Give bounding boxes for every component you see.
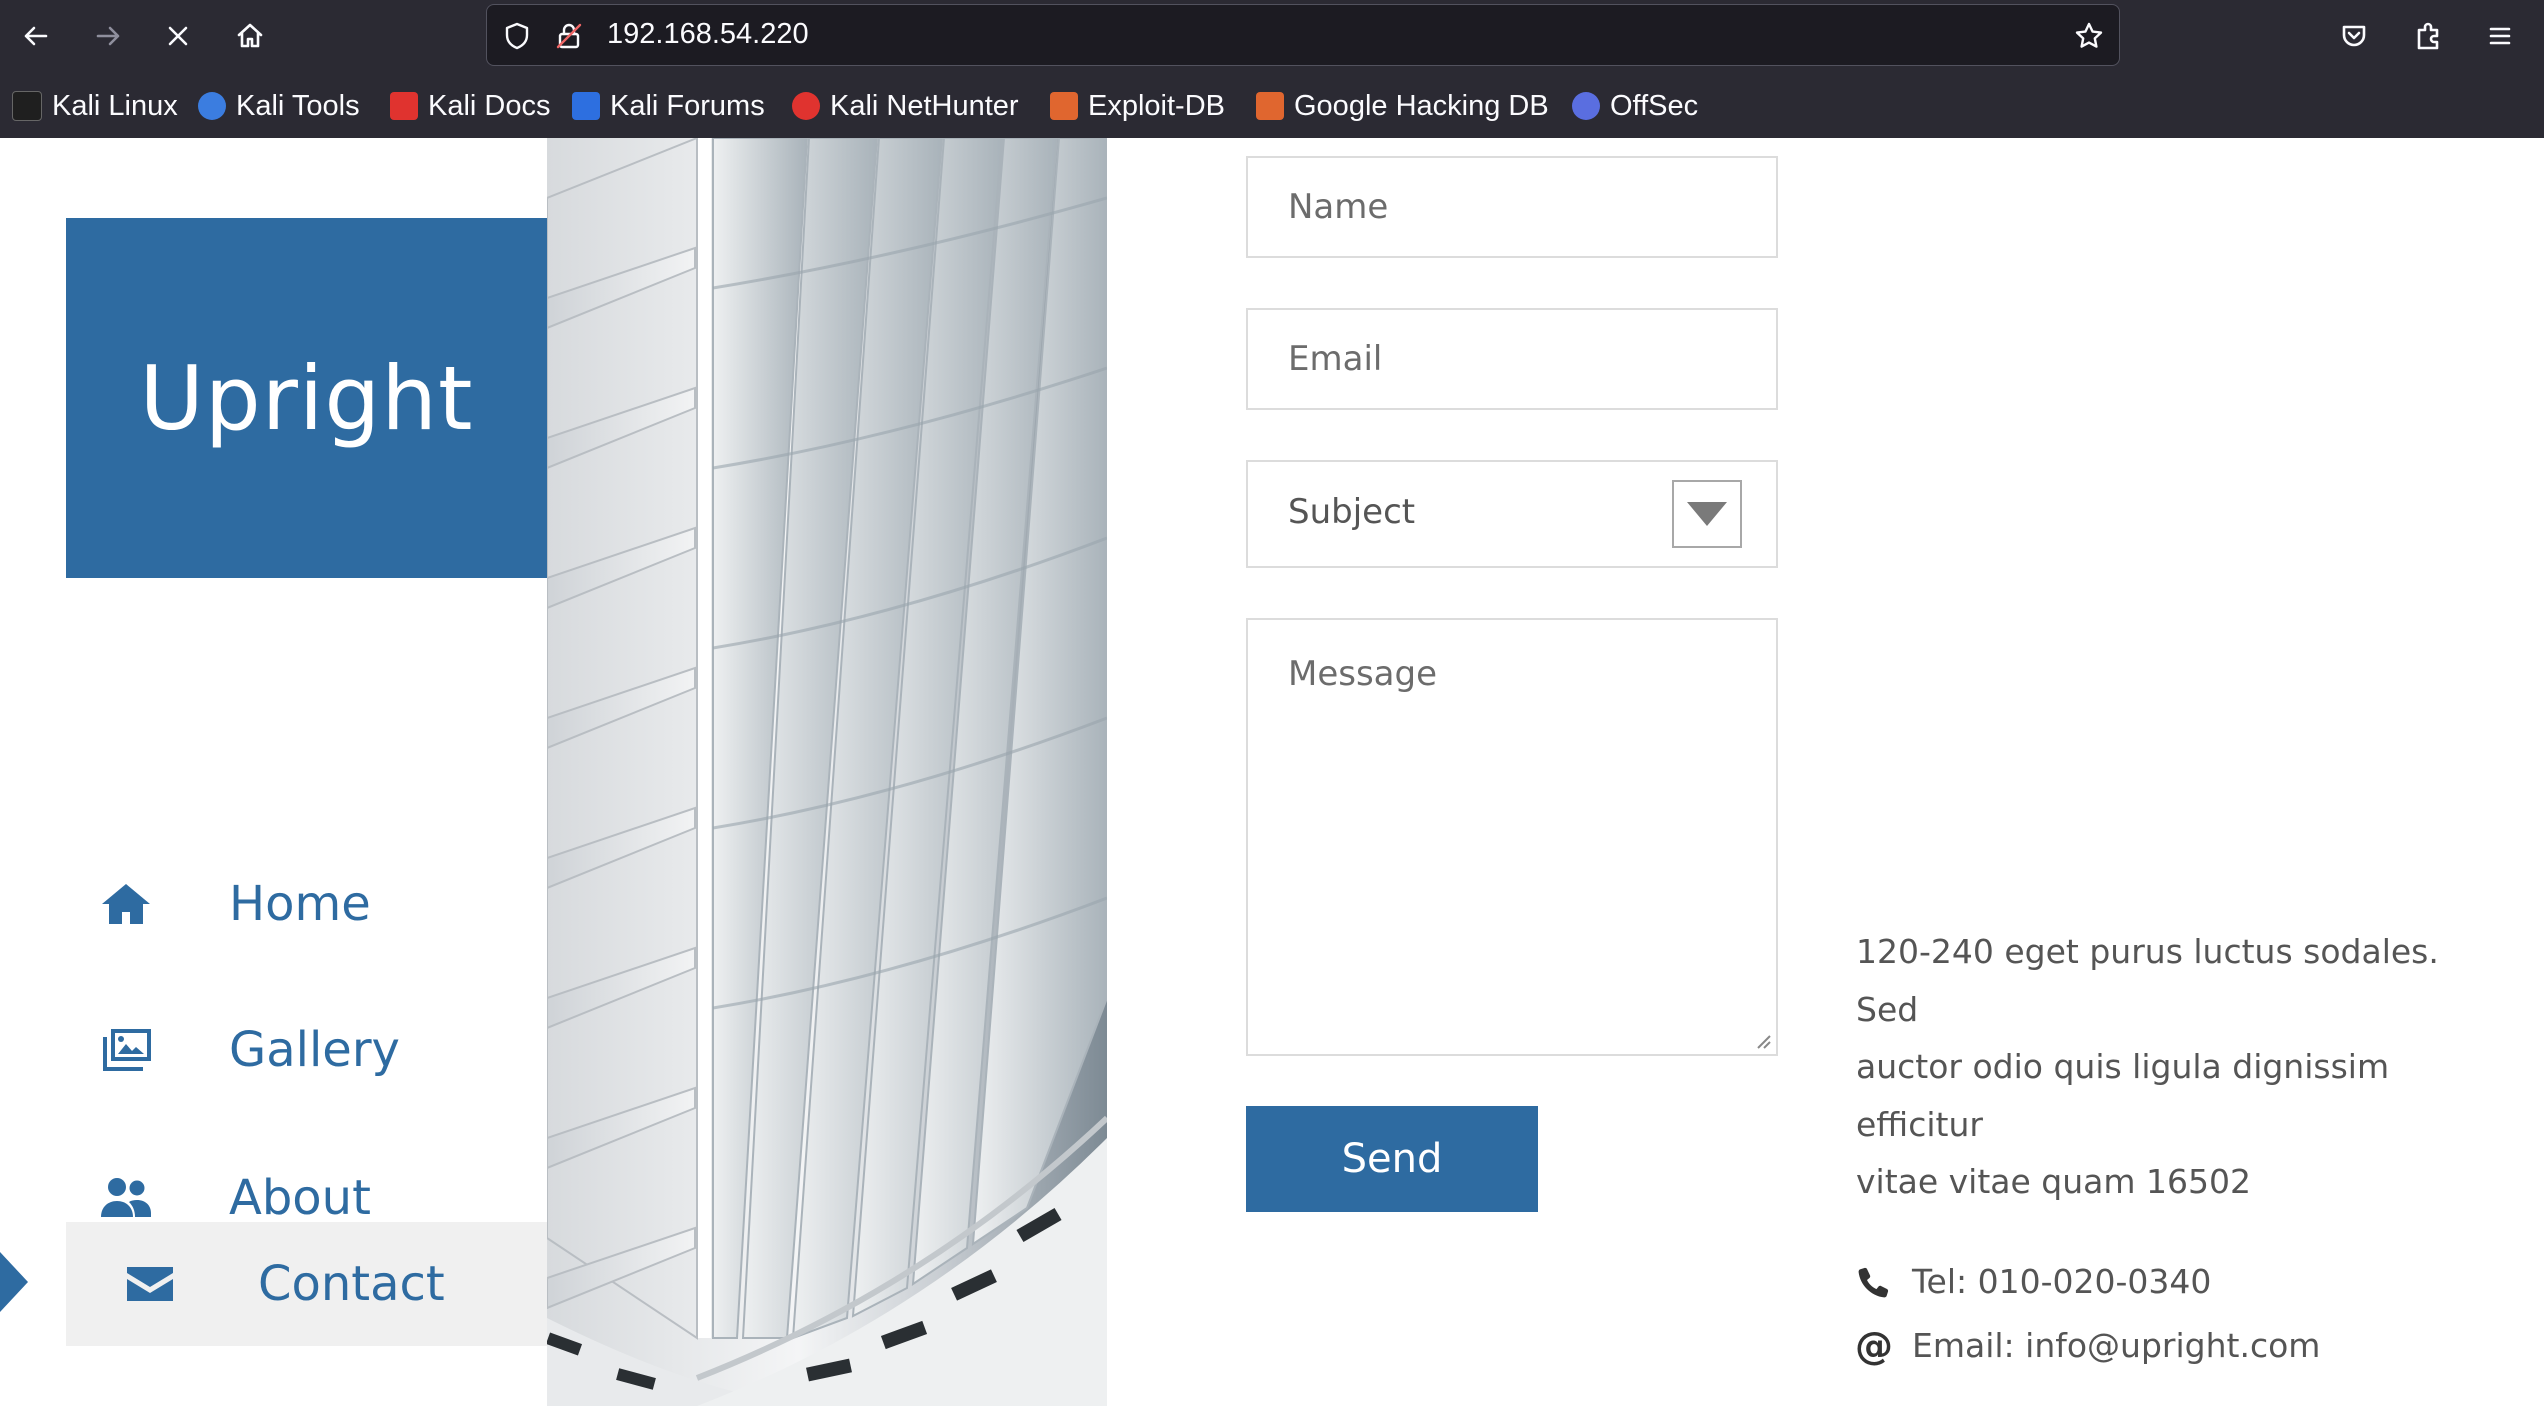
- brand-logo-text[interactable]: Upright: [139, 347, 473, 450]
- nav-item-home[interactable]: Home: [66, 842, 547, 966]
- bookmark-kali-nethunter[interactable]: Kali NetHunter: [792, 86, 1019, 126]
- arrow-left-icon: [24, 26, 48, 46]
- bookmark-google-hacking-db[interactable]: Google Hacking DB: [1256, 86, 1549, 126]
- bookmark-kali-docs[interactable]: Kali Docs: [390, 86, 551, 126]
- arrow-right-icon: [96, 26, 120, 46]
- triangle-down-icon: [1687, 502, 1727, 526]
- bookmark-kali-linux[interactable]: Kali Linux: [12, 86, 178, 126]
- name-input[interactable]: [1248, 158, 1776, 256]
- message-field[interactable]: [1246, 618, 1778, 1056]
- email-text[interactable]: Email: info@upright.com: [1912, 1326, 2320, 1365]
- nav-label-home: Home: [229, 876, 371, 932]
- nav-item-contact[interactable]: Contact: [66, 1222, 547, 1346]
- offsec-icon: [1572, 92, 1600, 120]
- gallery-icon: [98, 1022, 154, 1078]
- pocket-button[interactable]: [2332, 14, 2376, 58]
- pocket-icon: [2342, 25, 2366, 47]
- kali-tools-icon: [198, 92, 226, 120]
- resize-grip-icon[interactable]: [1752, 1030, 1772, 1050]
- subject-dropdown-button[interactable]: [1672, 480, 1742, 548]
- phone-text: Tel: 010-020-0340: [1912, 1262, 2212, 1301]
- send-button[interactable]: Send: [1246, 1106, 1538, 1212]
- home-outline-icon: [237, 23, 263, 48]
- address-bar[interactable]: 192.168.54.220: [486, 4, 2120, 66]
- nav-label-contact: Contact: [258, 1256, 445, 1312]
- address-line: vitae vitae quam 16502: [1856, 1162, 2252, 1201]
- email-row: @ Email: info@upright.com: [1855, 1323, 2320, 1368]
- name-field[interactable]: [1246, 156, 1778, 258]
- extensions-button[interactable]: [2406, 14, 2450, 58]
- browser-chrome: 192.168.54.220 Kali Linux Kali Tools Kal…: [0, 0, 2544, 138]
- home-button[interactable]: [228, 14, 272, 58]
- home-icon: [98, 876, 154, 932]
- nav-item-gallery[interactable]: Gallery: [66, 988, 547, 1112]
- email-field[interactable]: [1246, 308, 1778, 410]
- address-line: efficitur: [1856, 1105, 1983, 1144]
- message-textarea[interactable]: [1248, 620, 1776, 1054]
- nav-label-about: About: [229, 1170, 371, 1226]
- bookmark-kali-forums[interactable]: Kali Forums: [572, 86, 765, 126]
- architecture-photo: [547, 138, 1107, 1406]
- kali-forums-icon: [572, 92, 600, 120]
- hamburger-icon: [2489, 27, 2511, 45]
- kali-nethunter-icon: [792, 92, 820, 120]
- nav-label-gallery: Gallery: [229, 1022, 400, 1078]
- bookmark-offsec[interactable]: OffSec: [1572, 86, 1698, 126]
- active-nav-marker: [0, 1252, 28, 1312]
- email-input[interactable]: [1248, 310, 1776, 408]
- shield-icon[interactable]: [501, 20, 533, 52]
- bookmark-kali-tools[interactable]: Kali Tools: [198, 86, 360, 126]
- bookmark-exploit-db[interactable]: Exploit-DB: [1050, 86, 1225, 126]
- url-text[interactable]: 192.168.54.220: [607, 18, 809, 51]
- forward-button[interactable]: [86, 14, 130, 58]
- ghdb-icon: [1256, 92, 1284, 120]
- puzzle-icon: [2417, 22, 2439, 50]
- address-line: Sed: [1856, 990, 1919, 1029]
- phone-icon: [1856, 1264, 1892, 1300]
- architecture-illustration: [547, 138, 1107, 1406]
- at-icon: @: [1855, 1323, 1893, 1368]
- address-line: 120-240 eget purus luctus sodales.: [1856, 932, 2439, 971]
- exploit-db-icon: [1050, 92, 1078, 120]
- back-button[interactable]: [14, 14, 58, 58]
- stop-button[interactable]: [156, 14, 200, 58]
- close-icon: [168, 26, 188, 46]
- subject-select-value: Subject: [1288, 492, 1416, 532]
- kali-dragon-icon: [12, 91, 42, 121]
- menu-button[interactable]: [2478, 14, 2522, 58]
- address-line: auctor odio quis ligula dignissim: [1856, 1047, 2390, 1086]
- brand-block[interactable]: Upright: [66, 218, 547, 578]
- subject-select[interactable]: Subject: [1246, 460, 1778, 568]
- phone-row: Tel: 010-020-0340: [1856, 1262, 2211, 1301]
- envelope-icon: [122, 1256, 178, 1312]
- kali-docs-icon: [390, 92, 418, 120]
- browser-toolbar: 192.168.54.220: [0, 0, 2544, 72]
- insecure-lock-icon[interactable]: [553, 20, 585, 52]
- page-content: Upright Home Gallery About Contact Name …: [0, 138, 2544, 1406]
- star-icon[interactable]: [2073, 20, 2105, 52]
- sidebar: Upright Home Gallery About Contact: [0, 138, 547, 1406]
- users-icon: [98, 1170, 154, 1226]
- bookmarks-bar: Kali Linux Kali Tools Kali Docs Kali For…: [0, 80, 2544, 132]
